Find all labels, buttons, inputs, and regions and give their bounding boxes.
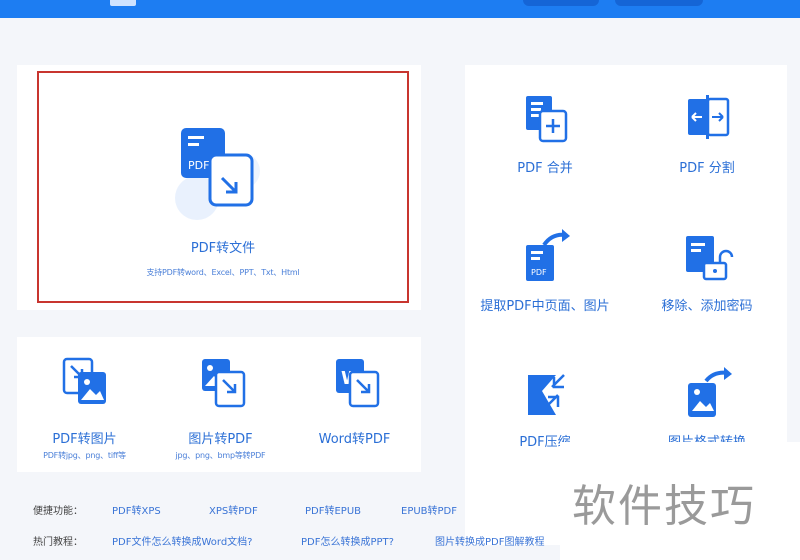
top-button-1[interactable] — [523, 0, 599, 6]
tool-label: 图片转PDF — [188, 432, 253, 447]
tool-label: 提取PDF中页面、图片 — [480, 299, 610, 314]
tool-image-to-pdf[interactable]: 图片转PDF jpg、png、bmp等转PDF — [158, 350, 283, 465]
word-to-pdf-icon: W — [336, 359, 380, 408]
selection-highlight — [37, 71, 409, 303]
pdf-compress-icon — [528, 374, 565, 415]
app-logo-icon — [110, 0, 136, 6]
tool-pdf-split[interactable]: PDF 分割 — [632, 85, 782, 185]
watermark-overlay: 软件技巧 — [560, 442, 800, 560]
top-button-2[interactable] — [615, 0, 703, 6]
image-convert-icon — [688, 367, 732, 417]
hot-tutorials-label: 热门教程： — [33, 537, 83, 548]
tool-label: PDF转图片 — [52, 432, 117, 447]
tutorial-link-pdf-to-ppt[interactable]: PDF怎么转换成PPT? — [301, 533, 394, 548]
pdf-to-image-icon — [62, 357, 106, 404]
tool-label: PDF 合并 — [517, 161, 573, 176]
tool-label: 移除、添加密码 — [661, 299, 753, 314]
quick-links-row: 便捷功能： PDF转XPS XPS转PDF PDF转EPUB EPUB转PDF — [33, 502, 457, 517]
pdf-merge-icon — [526, 96, 568, 143]
pdf-split-icon — [688, 95, 730, 139]
hot-tutorials-row: 热门教程： PDF文件怎么转换成Word文档? PDF怎么转换成PPT? 图片转… — [33, 533, 544, 548]
tool-label: PDF 分割 — [679, 161, 735, 176]
tool-pdf-password[interactable]: 移除、添加密码 — [632, 225, 782, 325]
watermark-text: 软件技巧 — [572, 481, 756, 532]
quick-links-label: 便捷功能： — [33, 506, 83, 517]
image-to-pdf-icon — [202, 359, 246, 408]
tool-pdf-to-image[interactable]: PDF转图片 PDF转jpg、png、tiff等 — [22, 350, 147, 465]
tool-label: Word转PDF — [318, 432, 391, 447]
link-pdf-to-xps[interactable]: PDF转XPS — [112, 502, 161, 517]
link-epub-to-pdf[interactable]: EPUB转PDF — [401, 502, 457, 517]
pdf-extract-icon: PDF — [526, 229, 570, 281]
pdf-password-icon — [686, 236, 734, 281]
tool-pdf-extract[interactable]: PDF 提取PDF中页面、图片 — [470, 225, 620, 325]
tutorial-link-pdf-to-word[interactable]: PDF文件怎么转换成Word文档? — [112, 533, 253, 548]
top-bar — [0, 0, 800, 18]
tool-sub: jpg、png、bmp等转PDF — [175, 451, 266, 460]
tool-word-to-pdf[interactable]: W Word转PDF — [292, 350, 417, 465]
tool-pdf-merge[interactable]: PDF 合并 — [470, 85, 620, 185]
tool-sub: PDF转jpg、png、tiff等 — [43, 451, 126, 460]
tutorial-link-image-to-pdf[interactable]: 图片转换成PDF图解教程 — [435, 533, 544, 548]
svg-text:PDF: PDF — [531, 268, 547, 277]
link-pdf-to-epub[interactable]: PDF转EPUB — [305, 502, 361, 517]
link-xps-to-pdf[interactable]: XPS转PDF — [209, 502, 258, 517]
